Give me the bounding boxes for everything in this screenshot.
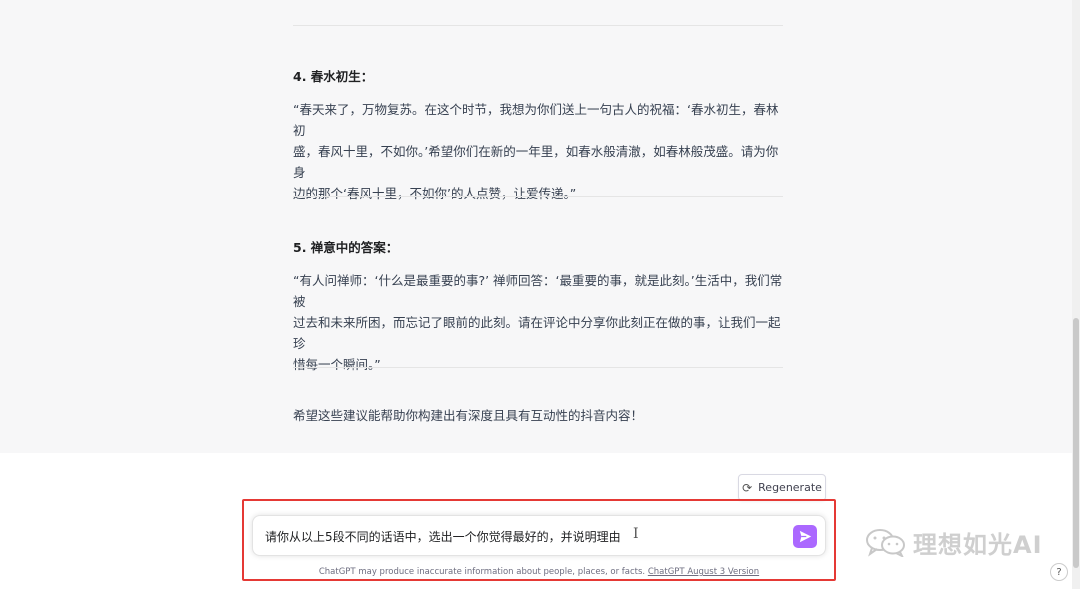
divider	[293, 367, 783, 368]
refresh-icon: ⟳	[742, 480, 753, 495]
prompt-input[interactable]: 请你从以上5段不同的话语中，选出一个你觉得最好的，并说明理由 I	[252, 515, 826, 556]
paper-plane-icon	[799, 530, 811, 543]
scrollbar-thumb[interactable]	[1073, 318, 1079, 568]
section-5-body: “有人问禅师：‘什么是最重要的事?’ 禅师回答：‘最重要的事，就是此刻。’生活中…	[293, 270, 788, 375]
section-5-heading: 5. 禅意中的答案：	[293, 240, 399, 255]
section-4-body: “春天来了，万物复苏。在这个时节，我想为你们送上一句古人的祝福：‘春水初生，春林…	[293, 99, 788, 204]
conversation-area: 4. 春水初生： “春天来了，万物复苏。在这个时节，我想为你们送上一句古人的祝福…	[0, 0, 1072, 453]
watermark-text: 理想如光AI	[913, 530, 1043, 559]
disclaimer: ChatGPT may produce inaccurate informati…	[252, 567, 826, 577]
disclaimer-text: ChatGPT may produce inaccurate informati…	[318, 567, 646, 577]
divider	[293, 196, 783, 197]
scrollbar[interactable]	[1072, 0, 1080, 589]
regenerate-label: Regenerate	[758, 481, 822, 494]
section-5-line: 惜每一个瞬间。”	[293, 357, 381, 372]
send-button[interactable]	[793, 525, 817, 548]
wechat-icon	[866, 529, 905, 557]
prompt-input-value[interactable]: 请你从以上5段不同的话语中，选出一个你觉得最好的，并说明理由	[265, 528, 621, 545]
regenerate-button[interactable]: ⟳ Regenerate	[738, 474, 826, 501]
section-4-line: 边的那个‘春风十里，不如你’的人点赞，让爱传递。”	[293, 186, 577, 201]
section-5-line: “有人问禅师：‘什么是最重要的事?’ 禅师回答：‘最重要的事，就是此刻。’生活中…	[293, 273, 783, 309]
section-4-line: 盛，春风十里，不如你。’希望你们在新的一年里，如春水般清澈，如春林般茂盛。请为你…	[293, 144, 779, 180]
version-link[interactable]: ChatGPT August 3 Version	[648, 567, 759, 577]
watermark: 理想如光AI	[865, 522, 1043, 562]
section-5-line: 过去和未来所困，而忘记了眼前的此刻。请在评论中分享你此刻正在做的事，让我们一起珍	[293, 315, 781, 351]
section-4-heading: 4. 春水初生：	[293, 69, 374, 84]
divider	[293, 25, 783, 26]
section-4-line: “春天来了，万物复苏。在这个时节，我想为你们送上一句古人的祝福：‘春水初生，春林…	[293, 102, 779, 138]
text-cursor-icon: I	[633, 526, 639, 542]
help-button[interactable]: ?	[1050, 563, 1068, 581]
closing-text: 希望这些建议能帮助你构建出有深度且具有互动性的抖音内容！	[293, 408, 644, 423]
